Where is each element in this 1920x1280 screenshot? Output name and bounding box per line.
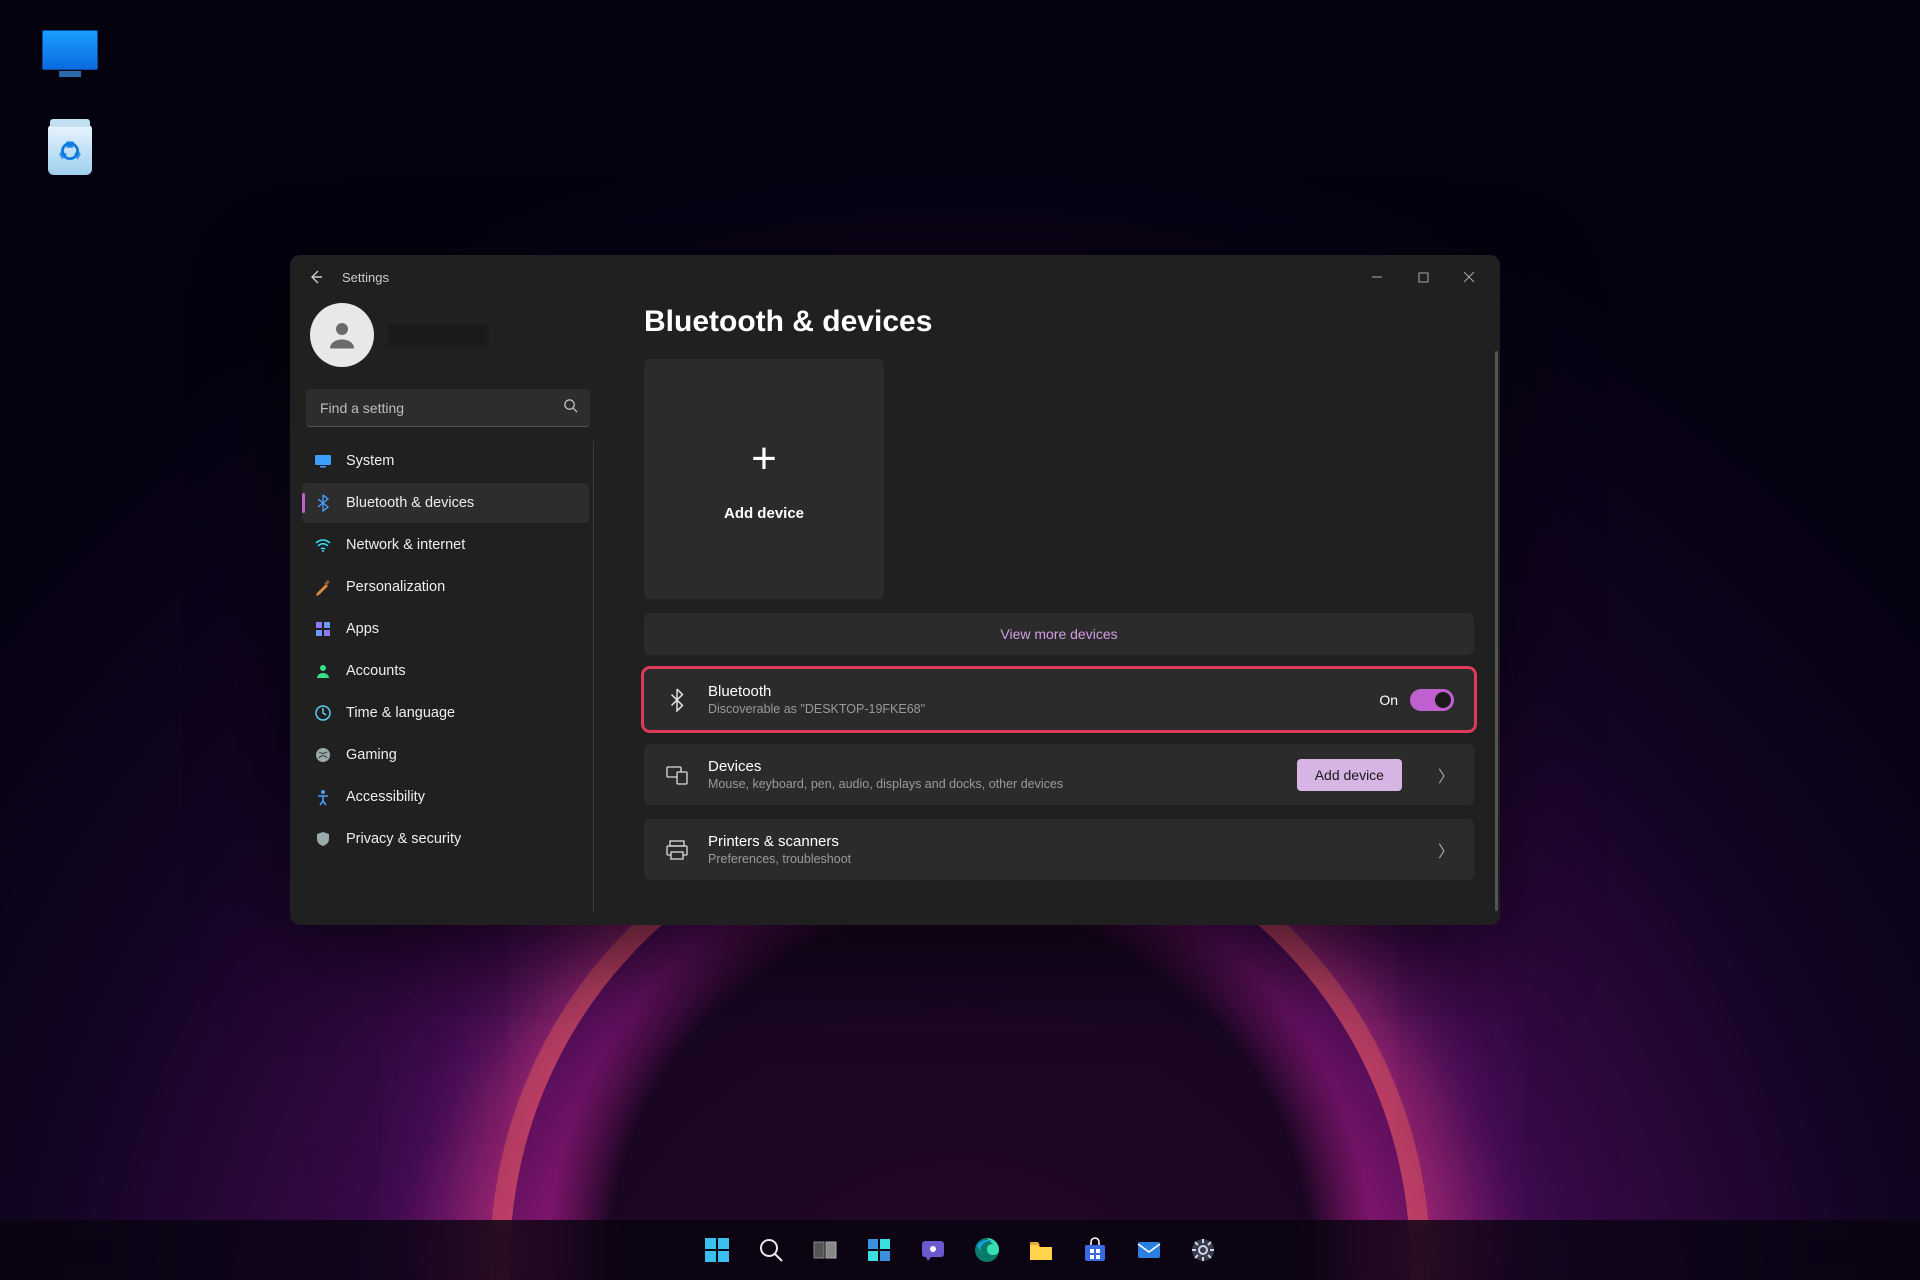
person-icon	[314, 662, 332, 680]
start-button[interactable]	[693, 1226, 741, 1274]
paintbrush-icon	[314, 578, 332, 596]
search-icon	[757, 1236, 785, 1264]
task-view-icon	[811, 1236, 839, 1264]
nav-time-language[interactable]: Time & language	[302, 693, 589, 733]
gear-icon	[1189, 1236, 1217, 1264]
store-icon	[1081, 1236, 1109, 1264]
nav-label: System	[346, 453, 394, 469]
sidebar: System Bluetooth & devices Network & int…	[290, 299, 606, 925]
plus-icon: +	[751, 437, 777, 481]
minimize-button[interactable]	[1354, 259, 1400, 295]
nav-bluetooth-devices[interactable]: Bluetooth & devices	[302, 483, 589, 523]
monitor-icon	[42, 30, 98, 70]
clock-globe-icon	[314, 704, 332, 722]
devices-title: Devices	[708, 758, 1063, 775]
nav-label: Personalization	[346, 579, 445, 595]
main-content: Bluetooth & devices + Add device View mo…	[606, 299, 1500, 925]
bluetooth-row[interactable]: Bluetooth Discoverable as "DESKTOP-19FKE…	[644, 669, 1474, 730]
apps-icon	[314, 620, 332, 638]
nav-accessibility[interactable]: Accessibility	[302, 777, 589, 817]
nav-label: Accounts	[346, 663, 406, 679]
recycle-bin-icon	[48, 125, 92, 175]
taskbar-search[interactable]	[747, 1226, 795, 1274]
nav-network[interactable]: Network & internet	[302, 525, 589, 565]
desktop-icon-recycle-bin[interactable]	[35, 125, 105, 175]
taskbar-file-explorer[interactable]	[1017, 1226, 1065, 1274]
nav-label: Privacy & security	[346, 831, 461, 847]
accessibility-icon	[314, 788, 332, 806]
nav-accounts[interactable]: Accounts	[302, 651, 589, 691]
nav-apps[interactable]: Apps	[302, 609, 589, 649]
page-heading: Bluetooth & devices	[644, 305, 1474, 339]
bluetooth-toggle-label: On	[1379, 692, 1398, 708]
printers-title: Printers & scanners	[708, 833, 851, 850]
shield-icon	[314, 830, 332, 848]
profile-section[interactable]	[302, 299, 594, 385]
taskbar	[0, 1220, 1920, 1280]
chevron-right-icon: 〉	[1438, 763, 1454, 787]
taskbar-settings[interactable]	[1179, 1226, 1227, 1274]
bluetooth-icon	[664, 688, 690, 712]
devices-row[interactable]: Devices Mouse, keyboard, pen, audio, dis…	[644, 744, 1474, 805]
nav-privacy-security[interactable]: Privacy & security	[302, 819, 589, 859]
nav-label: Bluetooth & devices	[346, 495, 474, 511]
add-device-label: Add device	[724, 505, 804, 522]
printers-subtitle: Preferences, troubleshoot	[708, 852, 851, 866]
add-device-tile[interactable]: + Add device	[644, 359, 884, 599]
nav-personalization[interactable]: Personalization	[302, 567, 589, 607]
desktop-wallpaper: Settings	[0, 0, 1920, 1280]
view-more-label: View more devices	[1000, 626, 1117, 642]
xbox-icon	[314, 746, 332, 764]
nav-label: Time & language	[346, 705, 455, 721]
desktop-icon-this-pc[interactable]	[35, 30, 105, 70]
taskbar-mail[interactable]	[1125, 1226, 1173, 1274]
devices-icon	[664, 764, 690, 786]
chevron-right-icon: 〉	[1438, 838, 1454, 862]
add-device-button[interactable]: Add device	[1297, 759, 1402, 791]
back-button[interactable]	[298, 259, 334, 295]
taskbar-widgets[interactable]	[855, 1226, 903, 1274]
widgets-icon	[865, 1236, 893, 1264]
settings-window: Settings	[290, 255, 1500, 925]
close-button[interactable]	[1446, 259, 1492, 295]
bluetooth-toggle[interactable]	[1410, 689, 1454, 711]
minimize-icon	[1371, 271, 1383, 283]
maximize-icon	[1418, 272, 1429, 283]
nav-label: Apps	[346, 621, 379, 637]
search-input[interactable]	[306, 389, 590, 427]
nav-label: Accessibility	[346, 789, 425, 805]
maximize-button[interactable]	[1400, 259, 1446, 295]
arrow-left-icon	[308, 269, 324, 285]
nav-label: Network & internet	[346, 537, 465, 553]
display-icon	[314, 452, 332, 470]
nav-system[interactable]: System	[302, 441, 589, 481]
nav-list: System Bluetooth & devices Network & int…	[302, 441, 594, 913]
taskbar-task-view[interactable]	[801, 1226, 849, 1274]
bluetooth-icon	[314, 494, 332, 512]
bluetooth-title: Bluetooth	[708, 683, 925, 700]
printers-row[interactable]: Printers & scanners Preferences, trouble…	[644, 819, 1474, 880]
folder-icon	[1027, 1236, 1055, 1264]
taskbar-edge[interactable]	[963, 1226, 1011, 1274]
devices-subtitle: Mouse, keyboard, pen, audio, displays an…	[708, 777, 1063, 791]
taskbar-store[interactable]	[1071, 1226, 1119, 1274]
scrollbar[interactable]	[1495, 351, 1498, 911]
person-icon	[324, 317, 360, 353]
windows-icon	[703, 1236, 731, 1264]
close-icon	[1463, 271, 1475, 283]
chat-icon	[919, 1236, 947, 1264]
bluetooth-subtitle: Discoverable as "DESKTOP-19FKE68"	[708, 702, 925, 716]
wifi-icon	[314, 536, 332, 554]
nav-label: Gaming	[346, 747, 397, 763]
mail-icon	[1135, 1236, 1163, 1264]
taskbar-chat[interactable]	[909, 1226, 957, 1274]
edge-icon	[973, 1236, 1001, 1264]
view-more-devices-button[interactable]: View more devices	[644, 613, 1474, 655]
window-title: Settings	[342, 270, 389, 285]
printer-icon	[664, 839, 690, 861]
avatar	[310, 303, 374, 367]
nav-gaming[interactable]: Gaming	[302, 735, 589, 775]
titlebar: Settings	[290, 255, 1500, 299]
user-name	[388, 324, 488, 346]
